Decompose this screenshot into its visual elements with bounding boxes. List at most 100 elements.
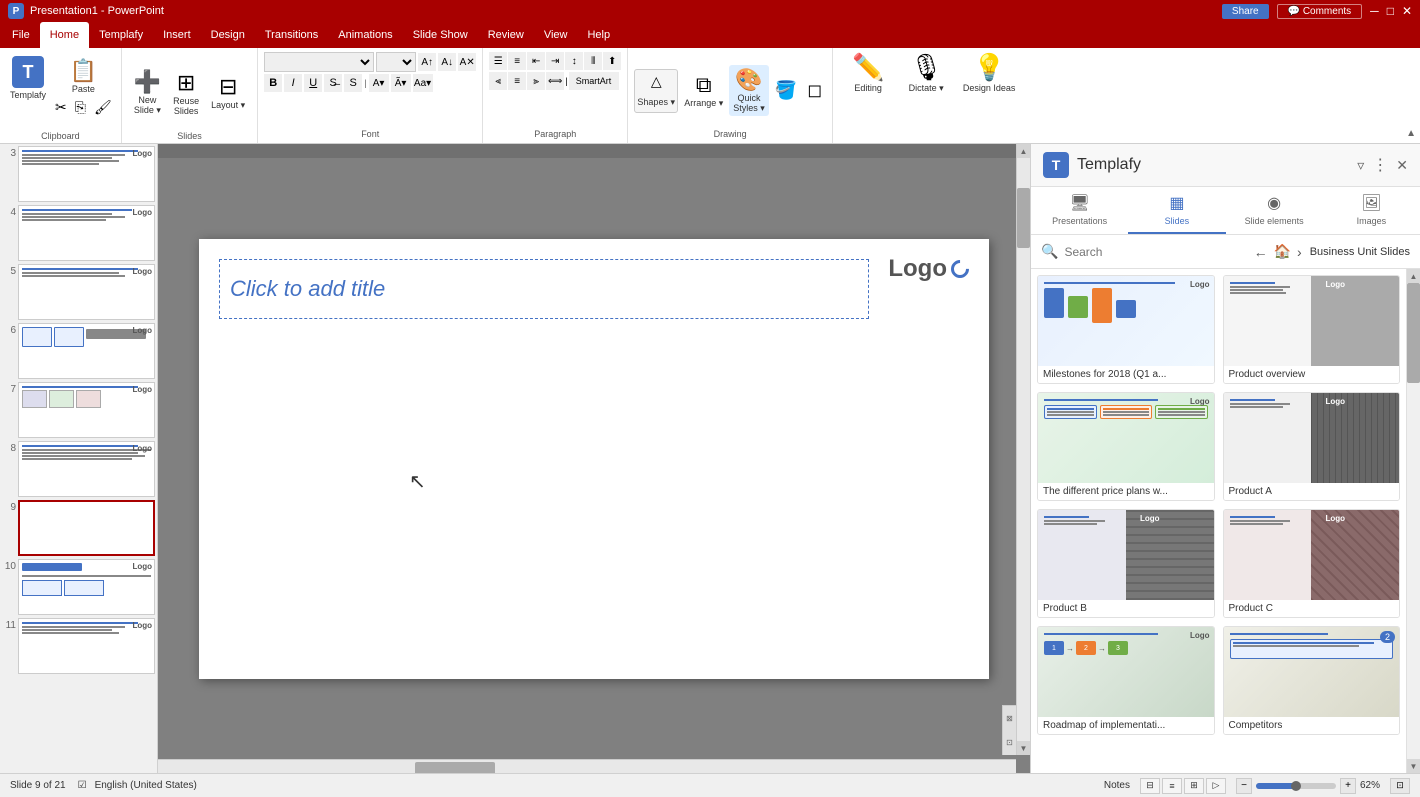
fit-width-button[interactable]: ⊡ — [1003, 731, 1016, 756]
slide-card-competitors[interactable]: 2 Competitors — [1223, 626, 1401, 735]
maximize-button[interactable]: □ — [1387, 4, 1394, 19]
tab-home[interactable]: Home — [40, 22, 89, 48]
slide-thumb-3[interactable]: 3 Logo — [2, 146, 155, 202]
comments-button[interactable]: 💬 Comments — [1277, 4, 1363, 19]
canvas-hscroll[interactable] — [158, 759, 1016, 773]
slide-thumb-8[interactable]: 8 Logo — [2, 441, 155, 497]
slide-card-prices[interactable]: Logo The different price plans w... — [1037, 392, 1215, 501]
panel-scroll-thumb[interactable] — [1407, 283, 1420, 383]
slide-card-product-c[interactable]: Logo Product C — [1223, 509, 1401, 618]
new-slide-button[interactable]: ➕ New Slide ▾ — [130, 67, 165, 118]
slide-canvas[interactable]: Click to add title Logo ↖ — [199, 239, 989, 679]
font-family-select[interactable] — [264, 52, 374, 72]
text-direction-button[interactable]: ⬆ — [603, 52, 621, 70]
templafy-collapse-button[interactable]: ▿ — [1357, 157, 1364, 174]
search-input[interactable] — [1064, 245, 1245, 259]
fit-page-button[interactable]: ⊠ — [1003, 706, 1016, 731]
minimize-button[interactable]: ─ — [1370, 4, 1379, 19]
tab-view[interactable]: View — [534, 22, 578, 48]
panel-scroll-up[interactable]: ▲ — [1407, 269, 1420, 283]
close-button[interactable]: ✕ — [1402, 4, 1412, 19]
panel-scrollbar[interactable]: ▲ ▼ — [1406, 269, 1420, 773]
vscroll-down[interactable]: ▼ — [1017, 741, 1030, 755]
justify-button[interactable]: ⟺ — [546, 72, 564, 90]
fit-slide-button[interactable]: ⊡ — [1390, 778, 1410, 794]
reading-view-button[interactable]: ▷ — [1206, 778, 1226, 794]
decrease-indent-button[interactable]: ⇤ — [527, 52, 545, 70]
notes-button[interactable]: Notes — [1104, 780, 1130, 791]
hscroll-thumb[interactable] — [415, 762, 495, 773]
nav-back-button[interactable]: ← — [1252, 242, 1270, 262]
underline-button[interactable]: U — [304, 74, 322, 92]
tab-insert[interactable]: Insert — [153, 22, 201, 48]
share-button[interactable]: Share — [1222, 4, 1269, 19]
slide-thumb-4[interactable]: 4 Logo — [2, 205, 155, 261]
layout-button[interactable]: ⊟ Layout ▾ — [207, 72, 249, 113]
bold-button[interactable]: B — [264, 74, 282, 92]
align-left-button[interactable]: ⫷ — [489, 72, 507, 90]
zoom-thumb[interactable] — [1291, 781, 1301, 791]
align-right-button[interactable]: ⫸ — [527, 72, 545, 90]
arrange-button[interactable]: ⧉ Arrange ▾ — [680, 70, 727, 111]
font-color-button[interactable]: A▾ — [369, 74, 389, 92]
align-center-button[interactable]: ≡ — [508, 72, 526, 90]
format-painter-button[interactable]: 🖌 — [91, 98, 115, 117]
text-case-button[interactable]: Aa▾ — [413, 74, 433, 92]
tab-slide-elements[interactable]: ◉ Slide elements — [1226, 187, 1323, 234]
zoom-slider[interactable] — [1256, 783, 1336, 789]
tab-templafy[interactable]: Templafy — [89, 22, 153, 48]
strikethrough-button[interactable]: S̶ — [324, 74, 342, 92]
tab-help[interactable]: Help — [577, 22, 620, 48]
highlight-button[interactable]: Ã▾ — [391, 74, 411, 92]
tab-slideshow[interactable]: Slide Show — [403, 22, 478, 48]
tab-images[interactable]: 🖼 Images — [1323, 187, 1420, 234]
accessibility-button[interactable]: ☑ — [78, 780, 87, 791]
tab-animations[interactable]: Animations — [328, 22, 402, 48]
decrease-font-button[interactable]: A↓ — [438, 53, 456, 71]
copy-button[interactable]: ⎘ — [72, 98, 89, 117]
slide-thumb-11[interactable]: 11 Logo — [2, 618, 155, 674]
vscroll-thumb[interactable] — [1017, 188, 1030, 248]
outline-button[interactable]: ◻ — [803, 78, 826, 103]
editing-button[interactable]: ✏️ Editing — [843, 52, 893, 93]
tab-file[interactable]: File — [2, 22, 40, 48]
slide-thumb-10[interactable]: 10 Logo — [2, 559, 155, 615]
design-ideas-button[interactable]: 💡 Design Ideas — [959, 52, 1019, 93]
italic-button[interactable]: I — [284, 74, 302, 92]
fill-button[interactable]: 🪣 — [771, 78, 801, 103]
slide-card-roadmap[interactable]: 1 → 2 → 3 — [1037, 626, 1215, 735]
tab-transitions[interactable]: Transitions — [255, 22, 328, 48]
slide-card-milestones[interactable]: Logo Milestones for 2018 (Q1 a... — [1037, 275, 1215, 384]
smart-art-button[interactable]: SmartArt — [569, 72, 619, 90]
line-spacing-button[interactable]: ↕ — [565, 52, 583, 70]
slide-thumb-6[interactable]: 6 Logo — [2, 323, 155, 379]
slide-sorter-button[interactable]: ⊞ — [1184, 778, 1204, 794]
dictate-button[interactable]: 🎙 Dictate ▾ — [901, 52, 951, 94]
cut-button[interactable]: ✂ — [52, 98, 70, 117]
slide-thumb-9[interactable]: 9 — [2, 500, 155, 556]
tab-presentations[interactable]: 🖥 Presentations — [1031, 187, 1128, 234]
templafy-ribbon-button[interactable]: T Templafy — [6, 54, 50, 102]
shapes-button[interactable]: △ Shapes ▾ — [634, 69, 678, 113]
slide-card-overview[interactable]: Logo Product overview — [1223, 275, 1401, 384]
templafy-close-button[interactable]: ✕ — [1396, 157, 1408, 174]
zoom-out-button[interactable]: − — [1236, 778, 1252, 794]
numbering-button[interactable]: ≡ — [508, 52, 526, 70]
shadow-button[interactable]: S — [344, 74, 362, 92]
templafy-more-button[interactable]: ⋮ — [1372, 155, 1388, 175]
title-placeholder[interactable]: Click to add title — [219, 259, 869, 319]
slide-thumb-7[interactable]: 7 Logo — [2, 382, 155, 438]
slide-card-product-a[interactable]: Logo Product A — [1223, 392, 1401, 501]
quick-styles-button[interactable]: 🎨 Quick Styles ▾ — [729, 65, 769, 116]
nav-home-button[interactable]: 🏠 — [1272, 241, 1293, 262]
nav-forward-button[interactable]: › — [1295, 242, 1304, 262]
tab-review[interactable]: Review — [478, 22, 534, 48]
canvas-vscroll[interactable]: ▲ ▼ — [1016, 144, 1030, 755]
paste-button[interactable]: 📋 Paste — [52, 56, 115, 96]
columns-button[interactable]: ⫴ — [584, 52, 602, 70]
outline-view-button[interactable]: ≡ — [1162, 778, 1182, 794]
font-size-select[interactable] — [376, 52, 416, 72]
tab-slides[interactable]: ▦ Slides — [1128, 187, 1225, 234]
slide-thumb-5[interactable]: 5 Logo — [2, 264, 155, 320]
panel-scroll-down[interactable]: ▼ — [1407, 759, 1420, 773]
